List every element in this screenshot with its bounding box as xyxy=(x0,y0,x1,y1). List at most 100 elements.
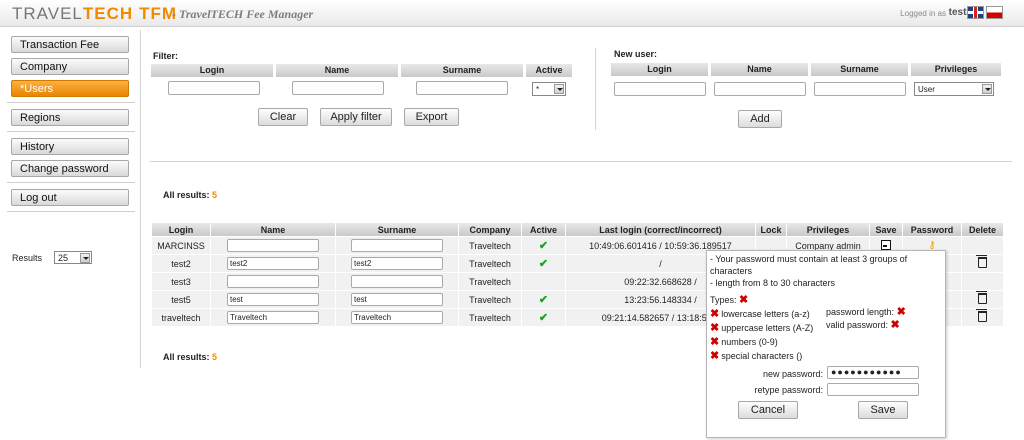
active-check-icon[interactable]: ✔ xyxy=(539,312,548,324)
row-surname-input[interactable] xyxy=(351,275,443,288)
app-logo: TRAVELTECH TFM xyxy=(12,4,177,24)
type-numbers: ✖ numbers (0-9) xyxy=(710,335,778,348)
cell-company: Traveltech xyxy=(459,273,521,290)
apply-filter-button[interactable]: Apply filter xyxy=(320,108,392,126)
column-header-save: Save xyxy=(870,223,902,236)
results-per-page-select[interactable]: 25 xyxy=(54,251,92,264)
active-check-icon[interactable]: ✔ xyxy=(539,240,548,252)
app-subtitle: - TravelTECH Fee Manager xyxy=(172,7,314,21)
cell-delete xyxy=(962,273,1003,290)
password-length-label: password length: xyxy=(826,307,895,317)
nav-company[interactable]: Company xyxy=(11,58,129,75)
row-surname-input[interactable]: test xyxy=(351,293,443,306)
column-header-lock: Lock xyxy=(756,223,786,236)
active-check-icon[interactable]: ✔ xyxy=(539,258,548,270)
type-uppercase: ✖ uppercase letters (A-Z) xyxy=(710,321,813,334)
type-uppercase-label: uppercase letters (A-Z) xyxy=(721,323,814,333)
type-numbers-label: numbers (0-9) xyxy=(721,337,778,347)
column-header-password: Password xyxy=(903,223,961,236)
chevron-down-icon[interactable] xyxy=(982,84,992,94)
cross-icon: ✖ xyxy=(896,306,906,318)
row-surname-input[interactable]: test2 xyxy=(351,257,443,270)
cell-login: traveltech xyxy=(152,309,210,326)
cross-icon: ✖ xyxy=(890,319,900,331)
english-flag-icon[interactable] xyxy=(967,6,984,19)
filter-name-input[interactable] xyxy=(292,81,384,95)
filter-login-input[interactable] xyxy=(168,81,260,95)
row-name-input[interactable]: test xyxy=(227,293,319,306)
filter-title: Filter: xyxy=(153,51,179,61)
sidebar-divider xyxy=(7,102,135,103)
chevron-down-icon[interactable] xyxy=(80,253,90,263)
nav-regions[interactable]: Regions xyxy=(11,109,129,126)
nav-log-out[interactable]: Log out xyxy=(11,189,129,206)
nav-transaction-fee[interactable]: Transaction Fee xyxy=(11,36,129,53)
new-user-login-input[interactable] xyxy=(614,82,706,96)
column-header-company: Company xyxy=(459,223,521,236)
sidebar: Transaction Fee Company *Users Regions H… xyxy=(7,36,135,218)
content-divider xyxy=(140,30,141,368)
type-special: ✖ special characters () xyxy=(710,349,802,362)
results-label: Results xyxy=(12,253,43,263)
new-user-header-login: Login xyxy=(611,63,708,76)
column-header-last-login: Last login (correct/incorrect) xyxy=(566,223,755,236)
new-user-header-name: Name xyxy=(711,63,808,76)
new-user-surname-input[interactable] xyxy=(814,82,906,96)
save-password-button[interactable]: Save xyxy=(858,401,908,419)
filter-header-active: Active xyxy=(526,64,572,77)
new-user-header-surname: Surname xyxy=(811,63,908,76)
row-name-input[interactable] xyxy=(227,275,319,288)
filter-active-value: * xyxy=(536,85,540,94)
all-results-bottom: All results: 5 xyxy=(163,352,217,362)
app-header: TRAVELTECH TFM - TravelTECH Fee Manager L… xyxy=(0,0,1024,27)
password-rule-groups-cont: characters xyxy=(710,266,753,276)
filter-surname-input[interactable] xyxy=(416,81,508,95)
polish-flag-icon[interactable] xyxy=(986,6,1003,19)
new-user-title: New user: xyxy=(614,49,658,59)
type-lowercase: ✖ lowercase letters (a-z) xyxy=(710,307,810,320)
nav-change-password[interactable]: Change password xyxy=(11,160,129,177)
cross-icon: ✖ xyxy=(710,308,720,320)
save-icon[interactable] xyxy=(881,239,891,250)
trash-icon[interactable] xyxy=(976,309,987,322)
cell-active xyxy=(522,273,565,290)
nav-history[interactable]: History xyxy=(11,138,129,155)
row-name-input[interactable]: test2 xyxy=(227,257,319,270)
row-surname-input[interactable] xyxy=(351,239,443,252)
cell-delete xyxy=(962,237,1003,254)
column-header-login: Login xyxy=(152,223,210,236)
section-divider xyxy=(150,161,1012,162)
sidebar-divider xyxy=(7,182,135,183)
logged-in-label: Logged in as xyxy=(900,9,946,18)
types-label: Types: xyxy=(710,295,737,305)
chevron-down-icon[interactable] xyxy=(554,84,564,94)
nav-users[interactable]: *Users xyxy=(11,80,129,97)
new-user-privileges-select[interactable]: User xyxy=(914,82,994,96)
cell-company: Traveltech xyxy=(459,237,521,254)
add-user-button[interactable]: Add xyxy=(738,110,782,128)
cancel-button[interactable]: Cancel xyxy=(738,401,798,419)
trash-icon[interactable] xyxy=(976,255,987,268)
new-password-label: new password: xyxy=(762,369,823,379)
column-header-privileges: Privileges xyxy=(787,223,869,236)
cell-login: test3 xyxy=(152,273,210,290)
row-name-input[interactable] xyxy=(227,239,319,252)
filter-header-surname: Surname xyxy=(401,64,523,77)
active-check-icon[interactable]: ✔ xyxy=(539,294,548,306)
new-password-input[interactable]: ●●●●●●●●●●● xyxy=(827,366,919,379)
all-results-label: All results: xyxy=(163,190,210,200)
row-name-input[interactable]: Traveltech xyxy=(227,311,319,324)
all-results-top: All results: 5 xyxy=(163,190,217,200)
filter-header-login: Login xyxy=(151,64,273,77)
retype-password-input[interactable] xyxy=(827,383,919,396)
cell-login: test2 xyxy=(152,255,210,272)
filter-active-select[interactable]: * xyxy=(532,82,566,96)
row-surname-input[interactable]: Traveltech xyxy=(351,311,443,324)
clear-button[interactable]: Clear xyxy=(258,108,308,126)
export-button[interactable]: Export xyxy=(404,108,459,126)
cell-company: Traveltech xyxy=(459,291,521,308)
cell-company: Traveltech xyxy=(459,255,521,272)
trash-icon[interactable] xyxy=(976,291,987,304)
new-user-name-input[interactable] xyxy=(714,82,806,96)
sidebar-divider xyxy=(7,131,135,132)
